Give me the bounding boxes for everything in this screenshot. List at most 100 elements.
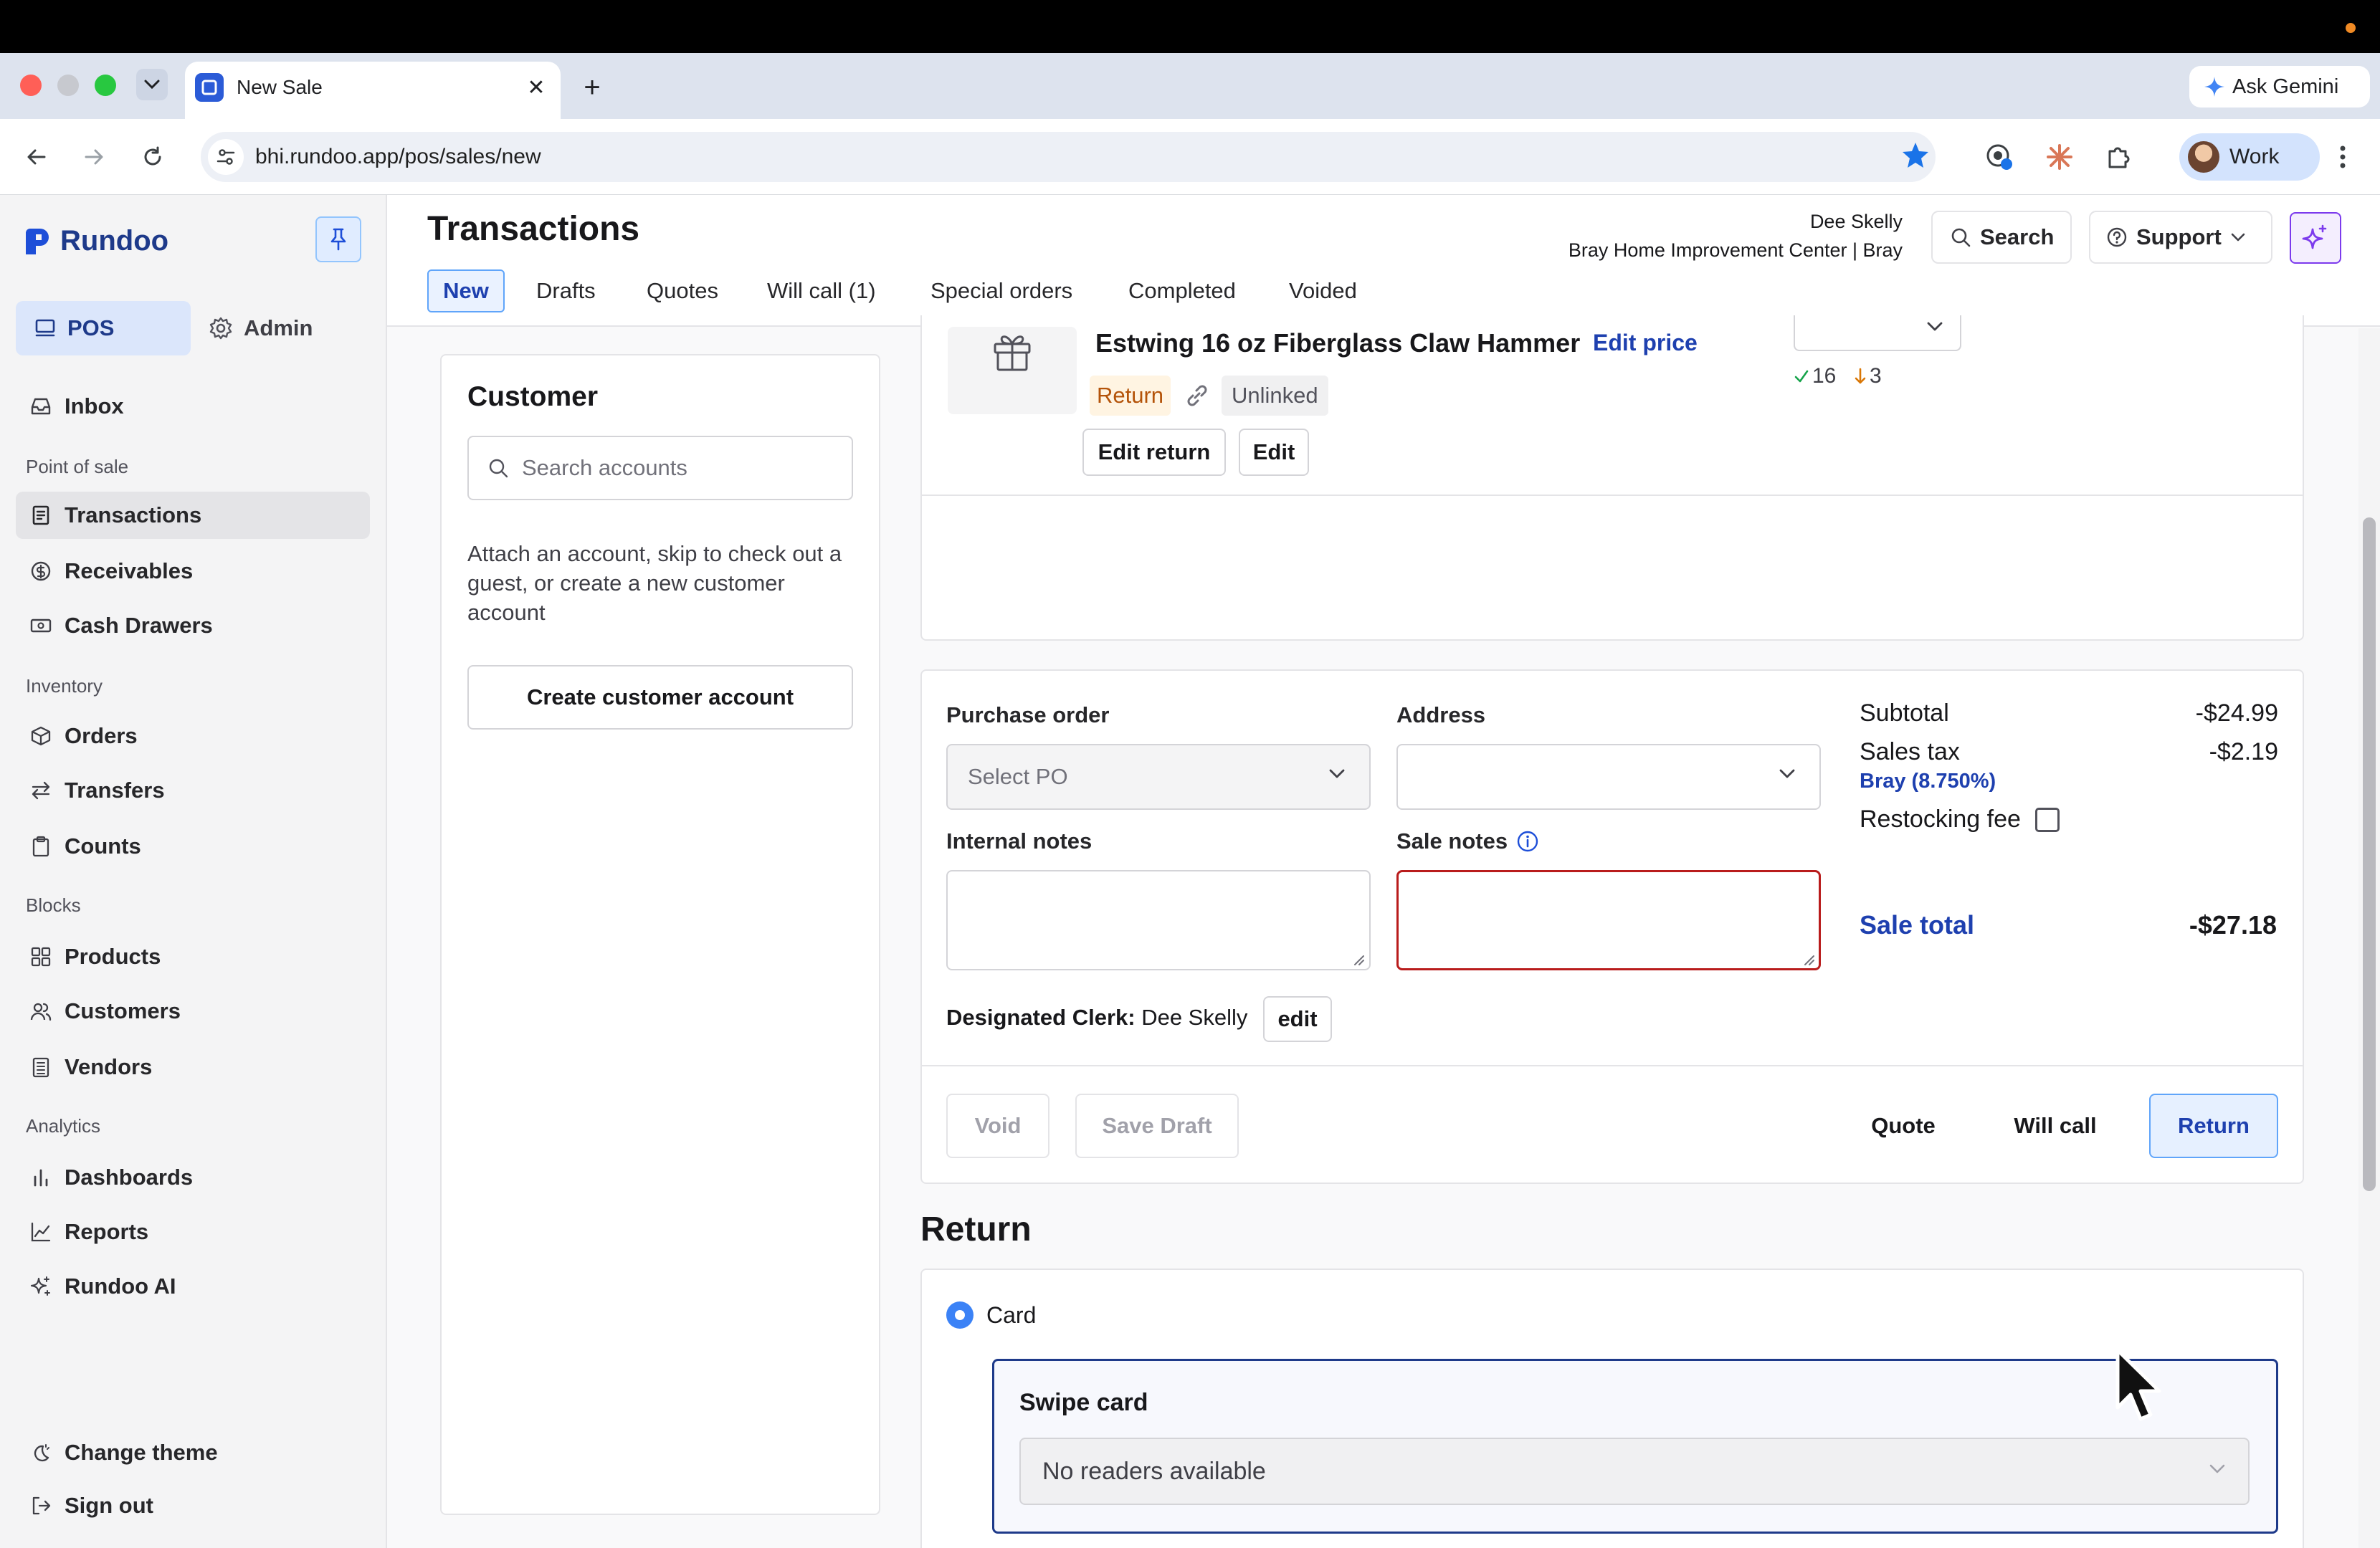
profile-button[interactable]: Work — [2179, 133, 2320, 181]
sidebar-item-rundoo-ai[interactable]: Rundoo AI — [16, 1263, 370, 1310]
tax-rate-link[interactable]: Bray (8.750%) — [1860, 770, 1996, 793]
tab-drafts[interactable]: Drafts — [536, 269, 596, 312]
return-button[interactable]: Return — [2149, 1094, 2278, 1158]
restocking-fee-label: Restocking fee — [1860, 806, 2021, 833]
forward-button[interactable] — [76, 139, 112, 175]
restocking-fee-row[interactable]: Restocking fee — [1860, 806, 2060, 833]
account-search-input[interactable]: Search accounts — [467, 436, 853, 500]
sidebar-item-dashboards[interactable]: Dashboards — [16, 1154, 370, 1201]
dollar-circle-icon — [31, 561, 51, 581]
sale-total-value: -$27.18 — [2189, 910, 2277, 940]
change-theme-button[interactable]: Change theme — [16, 1429, 370, 1476]
window-zoom-button[interactable] — [95, 75, 116, 96]
info-icon[interactable] — [1516, 830, 1539, 853]
designated-clerk-name: Dee Skelly — [1141, 1005, 1248, 1030]
edit-return-button[interactable]: Edit return — [1082, 429, 1226, 476]
avatar — [2188, 141, 2219, 173]
sidebar-item-transactions[interactable]: Transactions — [16, 492, 370, 539]
customer-help-text: Attach an account, skip to check out a g… — [467, 541, 842, 625]
window-minimize-button[interactable] — [57, 75, 79, 96]
site-info-button[interactable] — [208, 139, 244, 175]
sidebar-item-receivables[interactable]: Receivables — [16, 548, 370, 595]
bookmark-star-icon[interactable] — [1901, 140, 1930, 169]
sale-notes-textarea[interactable] — [1396, 870, 1821, 970]
sidebar-item-cash-drawers[interactable]: Cash Drawers — [16, 602, 370, 649]
will-call-button[interactable]: Will call — [1990, 1094, 2120, 1158]
back-button[interactable] — [19, 139, 54, 175]
tab-completed[interactable]: Completed — [1128, 269, 1236, 312]
ask-gemini-button[interactable]: Ask Gemini — [2189, 66, 2370, 108]
edit-clerk-button[interactable]: edit — [1263, 996, 1332, 1042]
extensions-puzzle-icon[interactable] — [2102, 140, 2135, 173]
sidebar-item-inbox[interactable]: Inbox — [16, 383, 370, 430]
sidebar-item-label: Transactions — [65, 502, 202, 527]
rundoo-logo-icon — [26, 228, 49, 254]
sidebar-item-reports[interactable]: Reports — [16, 1208, 370, 1256]
rundoo-logo[interactable]: Rundoo — [24, 225, 168, 257]
scrollbar-thumb[interactable] — [2363, 517, 2376, 1191]
os-menu-bar — [0, 0, 2380, 53]
void-button[interactable]: Void — [946, 1094, 1049, 1158]
return-badge: Return — [1090, 376, 1171, 416]
window-close-button[interactable] — [20, 75, 42, 96]
sidebar-item-products[interactable]: Products — [16, 933, 370, 980]
sidebar-item-vendors[interactable]: Vendors — [16, 1043, 370, 1091]
link-icon — [1183, 381, 1212, 410]
gear-icon — [209, 317, 232, 340]
stock-incoming: 3 — [1854, 364, 1882, 388]
sidebar-item-customers[interactable]: Customers — [16, 988, 370, 1035]
bar-chart-icon — [34, 1169, 48, 1187]
sidebar-item-counts[interactable]: Counts — [16, 823, 370, 870]
sales-tax-value: -$2.19 — [2209, 738, 2278, 765]
sidebar-item-transfers[interactable]: Transfers — [16, 767, 370, 814]
password-manager-extension-icon[interactable] — [1983, 140, 2016, 173]
tab-will-call[interactable]: Will call (1) — [767, 269, 876, 312]
theme-icon — [34, 1444, 49, 1462]
url-text[interactable]: bhi.rundoo.app/pos/sales/new — [255, 143, 541, 171]
product-name: Estwing 16 oz Fiberglass Claw Hammer — [1095, 328, 1581, 358]
resize-handle-icon[interactable] — [1352, 953, 1365, 966]
reload-button[interactable] — [135, 139, 171, 175]
section-analytics: Analytics — [26, 1115, 101, 1137]
new-tab-button[interactable]: + — [576, 72, 608, 103]
restocking-fee-checkbox[interactable] — [2034, 807, 2060, 832]
purchase-order-select[interactable]: Select PO — [946, 744, 1371, 810]
edit-price-link[interactable]: Edit price — [1593, 330, 1698, 356]
card-radio-button[interactable] — [946, 1301, 974, 1329]
pos-label: POS — [67, 315, 115, 340]
sidebar-item-orders[interactable]: Orders — [16, 712, 370, 760]
return-section-heading: Return — [920, 1210, 1032, 1248]
sign-out-button[interactable]: Sign out — [16, 1482, 370, 1529]
internal-notes-textarea[interactable] — [946, 870, 1371, 970]
tab-voided[interactable]: Voided — [1289, 269, 1357, 312]
tab-quotes[interactable]: Quotes — [647, 269, 718, 312]
card-reader-select[interactable]: No readers available — [1019, 1438, 2250, 1505]
create-customer-account-button[interactable]: Create customer account — [467, 665, 853, 730]
tab-close-icon[interactable]: ✕ — [522, 73, 551, 102]
tab-special-orders[interactable]: Special orders — [930, 269, 1072, 312]
subtotal-value: -$24.99 — [2195, 699, 2278, 727]
tab-new[interactable]: New — [427, 269, 505, 312]
line-item-card — [920, 315, 2304, 641]
pin-sidebar-button[interactable] — [315, 216, 361, 262]
tab-search-button[interactable] — [136, 69, 168, 100]
line-chart-icon — [31, 1222, 51, 1242]
admin-mode-button[interactable]: Admin — [206, 301, 350, 355]
browser-menu-button[interactable] — [2327, 139, 2358, 175]
save-draft-button[interactable]: Save Draft — [1075, 1094, 1239, 1158]
divider — [922, 1065, 2303, 1066]
address-select[interactable] — [1396, 744, 1821, 810]
stock-incoming-value: 3 — [1870, 364, 1882, 388]
claude-extension-icon[interactable] — [2043, 140, 2076, 173]
rundoo-ai-button[interactable] — [2290, 212, 2341, 264]
global-search-button[interactable]: Search — [1931, 211, 2072, 264]
quote-button[interactable]: Quote — [1838, 1094, 1969, 1158]
pos-mode-button[interactable]: POS — [16, 301, 191, 355]
card-radio-label[interactable]: Card — [986, 1301, 1036, 1329]
unlinked-badge: Unlinked — [1222, 376, 1328, 416]
support-button[interactable]: Support — [2089, 211, 2272, 264]
stock-on-hand: 16 — [1794, 364, 1836, 388]
sale-notes-label: Sale notes — [1396, 828, 1508, 854]
edit-item-button[interactable]: Edit — [1239, 429, 1309, 476]
resize-handle-icon[interactable] — [1802, 953, 1815, 966]
